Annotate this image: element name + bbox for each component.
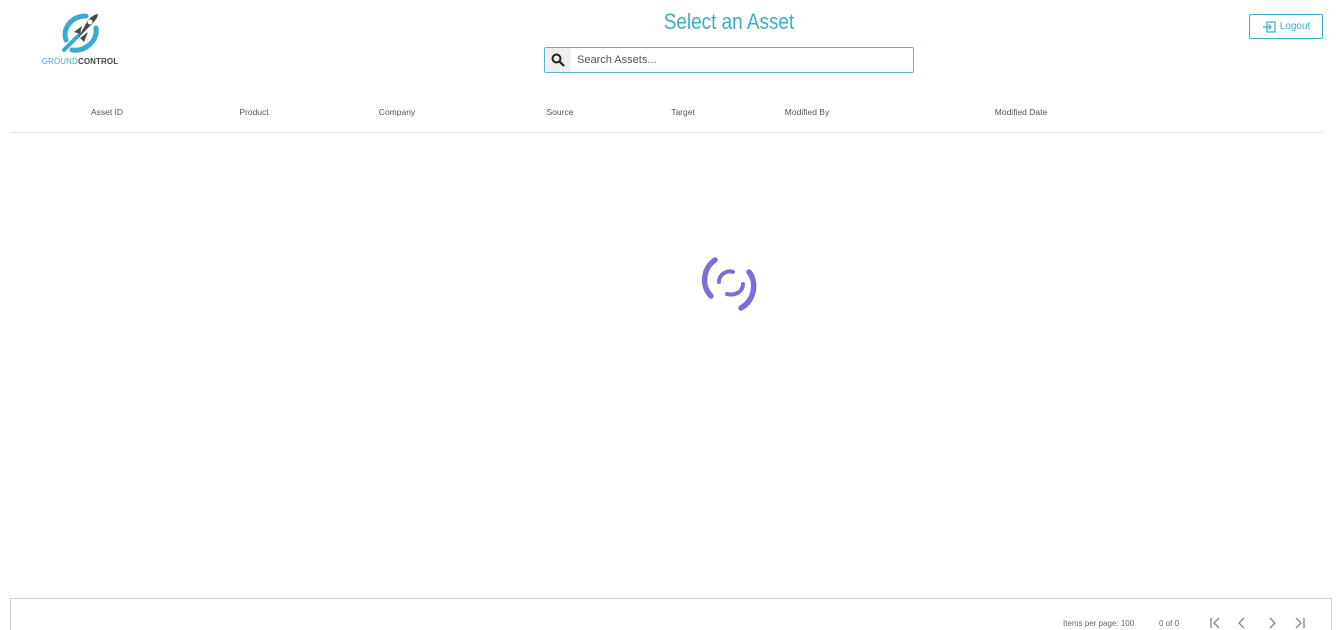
last-page-icon [1295, 617, 1305, 629]
column-header-modified-by[interactable]: Modified By [785, 107, 829, 117]
column-header-source[interactable]: Source [547, 107, 574, 117]
next-page-button[interactable] [1263, 614, 1281, 630]
ground-control-logo[interactable]: GROUNDCONTROL [40, 10, 120, 70]
column-header-modified-date[interactable]: Modified Date [995, 107, 1047, 117]
search-box [544, 47, 914, 73]
items-per-page-value[interactable]: 100 [1121, 619, 1134, 628]
rocket-logo-icon [62, 13, 99, 53]
column-header-company[interactable]: Company [379, 107, 415, 117]
logo-text-ground: GROUND [41, 57, 78, 66]
loading-spinner [697, 252, 763, 314]
logo-wordmark: GROUNDCONTROL [40, 57, 120, 66]
loading-spinner-icon [701, 257, 757, 311]
page-range-label: 0 of 0 [1159, 619, 1180, 628]
next-page-icon [1269, 617, 1276, 629]
search-icon [551, 53, 565, 67]
asset-table-header: Asset ID Product Company Source Target M… [10, 100, 1324, 133]
logout-icon [1262, 20, 1276, 33]
search-button[interactable] [545, 48, 571, 72]
items-per-page-text: Items per page: [1063, 619, 1119, 628]
paginator: Items per page: 100 0 of 0 [10, 598, 1332, 630]
page-title: Select an Asset [663, 9, 795, 34]
previous-page-icon [1238, 617, 1245, 629]
previous-page-button[interactable] [1233, 614, 1251, 630]
items-per-page-label: Items per page: 100 [1063, 619, 1134, 628]
first-page-icon [1210, 617, 1220, 629]
search-input[interactable] [577, 50, 897, 70]
logout-label: Logout [1279, 21, 1311, 32]
last-page-button[interactable] [1291, 614, 1309, 630]
column-header-product[interactable]: Product [239, 107, 268, 117]
logout-button[interactable]: Logout [1249, 14, 1323, 39]
column-header-asset-id[interactable]: Asset ID [91, 107, 123, 117]
first-page-button[interactable] [1206, 614, 1224, 630]
column-header-target[interactable]: Target [671, 107, 695, 117]
asset-selection-page: GROUNDCONTROL Select an Asset Logout Ass… [0, 0, 1344, 630]
logo-text-control: CONTROL [77, 57, 119, 66]
